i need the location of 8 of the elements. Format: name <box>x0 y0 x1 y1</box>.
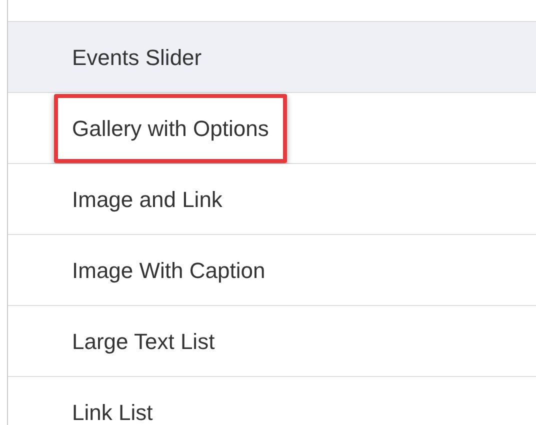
item-label: Gallery with Options <box>54 94 287 162</box>
item-label: Large Text List <box>71 328 216 356</box>
list-item[interactable]: Events Slider <box>8 22 536 93</box>
item-label: Image and Link <box>71 186 224 214</box>
list-item[interactable]: Gallery with Options <box>8 93 536 164</box>
item-label: Link List <box>71 398 154 425</box>
item-label: Image With Caption <box>71 256 266 285</box>
item-label: Events Slider <box>71 44 203 72</box>
